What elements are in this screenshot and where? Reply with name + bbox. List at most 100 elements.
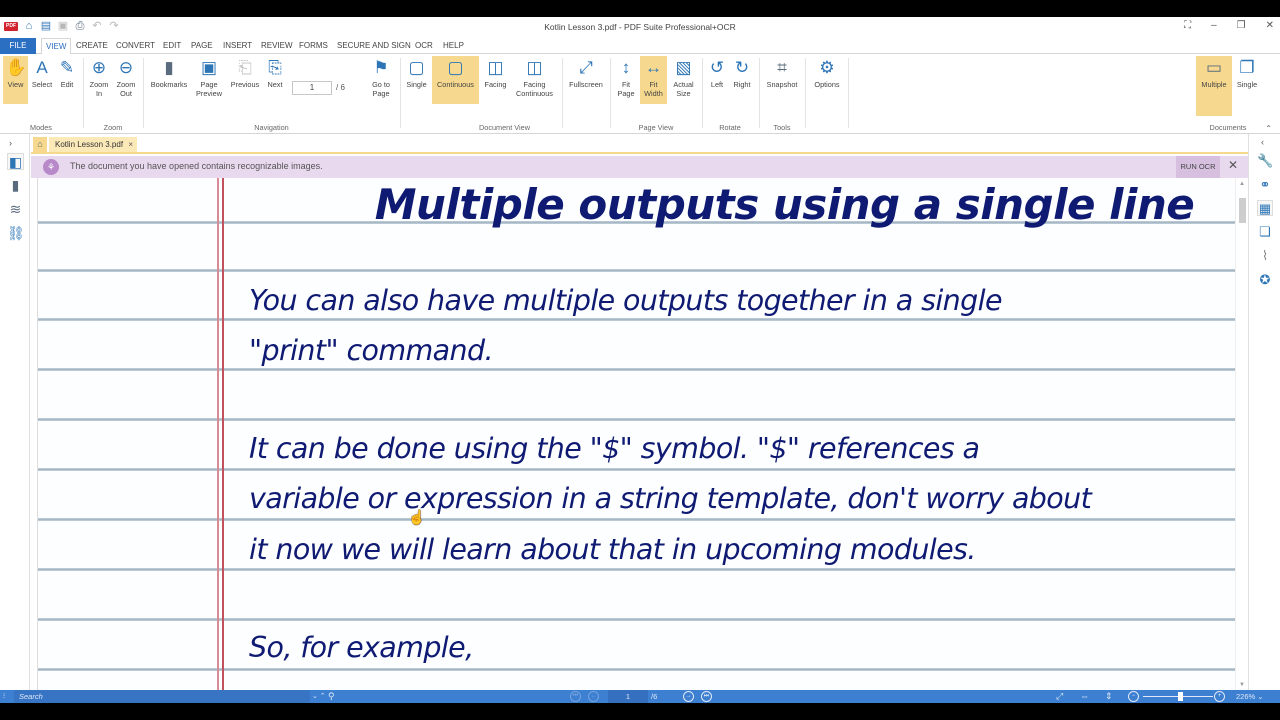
fit-page-icon[interactable]: ⇕ <box>1105 690 1113 703</box>
rotate-left-button[interactable]: ↺ Left <box>706 56 728 104</box>
fullscreen-icon[interactable]: ⤢ <box>1056 690 1063 703</box>
search-input[interactable]: Search <box>14 690 310 703</box>
single-page-icon: ▢ <box>408 58 425 77</box>
zoom-in-icon[interactable]: + <box>1214 691 1225 702</box>
camera-icon: ⌗ <box>777 58 787 77</box>
collapse-ribbon-icon[interactable]: ⌃ <box>1265 124 1272 133</box>
tab-review[interactable]: REVIEW <box>257 38 297 54</box>
previous-page-button[interactable]: ⎗ Previous <box>229 56 261 104</box>
run-ocr-button[interactable]: RUN OCR <box>1176 156 1220 178</box>
certificate-icon[interactable]: ✪ <box>1257 272 1273 288</box>
next-page-icon[interactable]: → <box>683 691 694 702</box>
tab-help[interactable]: HELP <box>439 38 468 54</box>
group-label-navigation: Navigation <box>254 123 289 132</box>
tab-ocr[interactable]: OCR <box>411 38 437 54</box>
rotate-right-button[interactable]: ↻ Right <box>730 56 754 104</box>
close-tab-icon[interactable]: × <box>128 137 133 152</box>
page-thumbnails-icon[interactable]: ◧ <box>7 153 24 170</box>
zoom-out-button[interactable]: ⊖ Zoom Out <box>114 56 138 104</box>
scroll-down-icon[interactable]: ▼ <box>1239 682 1245 688</box>
actual-size-button[interactable]: ▧ Actual Size <box>670 56 697 104</box>
last-page-icon[interactable]: ⏭ <box>701 691 712 702</box>
links-icon[interactable]: ⛓ <box>7 225 25 242</box>
single-view-button[interactable]: ▢ Single <box>403 56 430 104</box>
tab-create[interactable]: CREATE <box>72 38 112 54</box>
multiple-documents-button[interactable]: ▭ Multiple <box>1196 56 1232 116</box>
fit-page-icon: ↕ <box>621 58 631 77</box>
close-notice-icon[interactable]: ✕ <box>1228 158 1238 172</box>
status-page-input[interactable]: 1 <box>608 690 648 703</box>
ocr-bulb-icon: ⚘ <box>43 159 59 175</box>
document-tab[interactable]: Kotlin Lesson 3.pdf × <box>49 137 137 152</box>
ribbon-divider <box>610 58 611 128</box>
comments-icon[interactable]: ❏ <box>1257 224 1273 240</box>
tab-view[interactable]: VIEW <box>41 38 72 55</box>
close-icon[interactable]: ✕ <box>1266 20 1274 31</box>
document-line: it now we will learn about that in upcom… <box>249 533 976 566</box>
layers-icon[interactable]: ≋ <box>7 201 24 218</box>
scroll-up-icon[interactable]: ▲ <box>1239 181 1245 187</box>
zoom-out-icon: ⊖ <box>118 58 134 77</box>
options-button[interactable]: ⚙ Options <box>809 56 845 104</box>
expand-sidebar-icon[interactable]: › <box>9 138 12 148</box>
document-tab-strip: ⌂ Kotlin Lesson 3.pdf × <box>31 134 1248 154</box>
search-icon[interactable]: ⚲ <box>328 690 335 703</box>
zoom-level-select[interactable]: 226% ⌄ <box>1236 690 1264 703</box>
image-tools-icon[interactable]: ▦ <box>1257 200 1273 216</box>
tab-page[interactable]: PAGE <box>187 38 217 54</box>
facing-view-button[interactable]: ◫ Facing <box>482 56 509 104</box>
vertical-scrollbar[interactable]: ▲ ▼ <box>1235 178 1248 690</box>
find-binoculars-icon[interactable]: ⚭ <box>1257 177 1273 193</box>
document-heading: Multiple outputs using a single line <box>374 180 1195 229</box>
zoom-in-button[interactable]: ⊕ Zoom In <box>87 56 111 104</box>
zoom-slider-handle[interactable] <box>1178 692 1184 701</box>
bookmarks-button[interactable]: ▮ Bookmarks <box>149 56 189 104</box>
restore-icon[interactable]: ❐ <box>1237 20 1246 31</box>
fit-width-icon[interactable]: ⇔ <box>1080 690 1089 703</box>
view-mode-button[interactable]: ✋ View <box>3 56 28 104</box>
snapshot-button[interactable]: ⌗ Snapshot <box>763 56 801 104</box>
fit-page-button[interactable]: ↕ Fit Page <box>614 56 638 104</box>
document-line: So, for example, <box>249 631 474 664</box>
go-to-page-button[interactable]: ⚑ Go to Page <box>367 56 395 104</box>
continuous-view-button[interactable]: ▢ Continuous <box>432 56 479 104</box>
title-bar: PDF ⌂ ▤ ▣ ⎙ ↶ ↷ Kotlin Lesson 3.pdf - PD… <box>0 17 1280 38</box>
page-preview-button[interactable]: ▣ Page Preview <box>194 56 224 104</box>
next-page-button[interactable]: ⎘ Next <box>264 56 286 104</box>
tab-convert[interactable]: CONVERT <box>112 38 159 54</box>
ribbon-divider <box>400 58 401 128</box>
page-number-input[interactable]: 1 <box>292 81 332 95</box>
ribbon-divider <box>759 58 760 128</box>
window-title: Kotlin Lesson 3.pdf - PDF Suite Professi… <box>544 22 736 32</box>
first-page-icon[interactable]: ⏮ <box>570 691 581 702</box>
scrollbar-thumb[interactable] <box>1239 198 1246 223</box>
select-mode-button[interactable]: A Select <box>30 56 54 104</box>
ribbon-view: ✋ View A Select ✎ Edit Modes ⊕ Zoom In ⊖… <box>0 54 1280 134</box>
fullscreen-button[interactable]: ⤢ Fullscreen <box>567 56 605 104</box>
tab-insert[interactable]: INSERT <box>219 38 256 54</box>
bookmarks-icon[interactable]: ▮ <box>7 177 24 194</box>
group-label-modes: Modes <box>30 123 52 132</box>
tab-secure-and-sign[interactable]: SECURE AND SIGN <box>333 38 415 54</box>
ribbon-divider <box>143 58 144 128</box>
actual-size-icon: ▧ <box>675 58 692 77</box>
fullscreen-toggle-icon[interactable]: ⛶ <box>1184 20 1191 31</box>
tab-file[interactable]: FILE <box>0 38 36 54</box>
search-options-icon[interactable]: ⌄ ⌃ <box>312 690 326 703</box>
previous-page-icon[interactable]: ← <box>588 691 599 702</box>
attachments-icon[interactable]: ⌇ <box>1257 248 1273 264</box>
collapse-right-sidebar-icon[interactable]: ‹ <box>1261 137 1264 147</box>
fit-width-button[interactable]: ↔ Fit Width <box>640 56 667 104</box>
zoom-out-icon[interactable]: − <box>1128 691 1139 702</box>
right-sidebar: ‹ 🔧 ⚭ ▦ ❏ ⌇ ✪ <box>1248 134 1280 690</box>
next-page-icon: ⎘ <box>268 58 282 77</box>
minimize-icon[interactable]: – <box>1211 20 1217 31</box>
tab-forms[interactable]: FORMS <box>295 38 332 54</box>
edit-mode-button[interactable]: ✎ Edit <box>56 56 78 104</box>
facing-continuous-view-button[interactable]: ◫ Facing Continuous <box>512 56 557 104</box>
document-view[interactable]: Multiple outputs using a single line You… <box>31 178 1235 690</box>
single-document-button[interactable]: ❐ Single <box>1234 56 1260 104</box>
home-tab-icon[interactable]: ⌂ <box>33 137 47 152</box>
tools-wrench-icon[interactable]: 🔧 <box>1257 153 1273 169</box>
tab-edit[interactable]: EDIT <box>159 38 185 54</box>
